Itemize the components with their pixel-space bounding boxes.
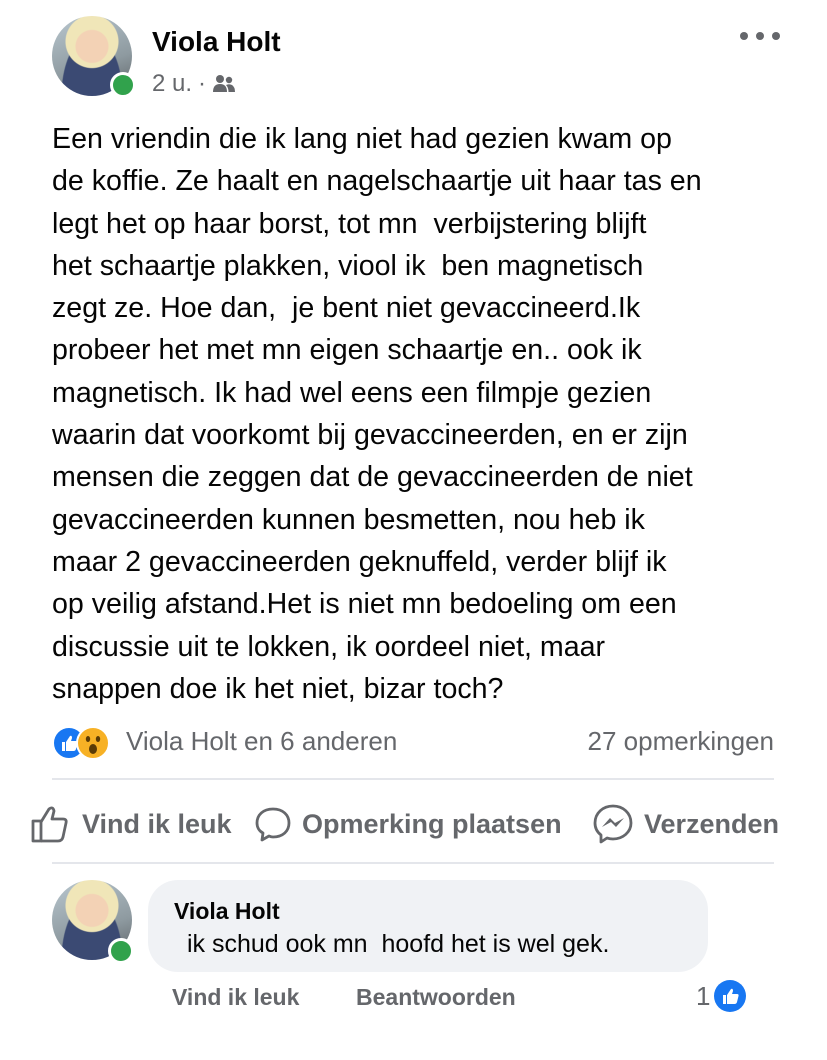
comment-bubble[interactable]: Viola Holt ik schud ook mn hoofd het is …: [148, 880, 708, 972]
post-timestamp[interactable]: 2 u.: [152, 70, 192, 98]
post-text-line: discussie uit te lokken, ik oordeel niet…: [52, 630, 606, 663]
post-text-line: de koffie. Ze haalt en nagelschaartje ui…: [52, 165, 702, 198]
commenter-avatar[interactable]: [52, 880, 134, 964]
comment-text: ik schud ook mn hoofd het is wel gek.: [180, 930, 610, 958]
post-stats: Viola Holt en 6 anderen 27 opmerkingen: [52, 720, 774, 760]
thumbs-up-icon: [30, 804, 72, 844]
online-status-indicator: [108, 938, 134, 964]
comment-button-label: Opmerking plaatsen: [302, 808, 562, 839]
divider: [52, 862, 774, 864]
post-text-line: maar 2 gevaccineerden geknuffeld, verder…: [52, 545, 667, 578]
post-text-line: legt het op haar borst, tot mn verbijste…: [52, 207, 647, 240]
post-text-line: het schaartje plakken, viool ik ben magn…: [52, 249, 644, 282]
messenger-icon: [592, 803, 634, 845]
comment-like-count[interactable]: 1: [696, 980, 747, 1012]
online-status-indicator: [110, 72, 136, 98]
post-text-line: waarin dat voorkomt bij gevaccineerden, …: [52, 419, 688, 452]
comment-like-button[interactable]: Vind ik leuk: [172, 984, 299, 1011]
meta-separator: ·: [198, 70, 207, 97]
comments-count[interactable]: 27 opmerkingen: [588, 726, 774, 757]
wow-reaction-icon: [76, 726, 110, 760]
comment-icon: [254, 805, 292, 843]
friends-icon[interactable]: [212, 74, 236, 94]
comment-like-count-value: 1: [696, 980, 711, 1011]
like-reaction-icon: [714, 980, 747, 1012]
more-horizontal-icon[interactable]: [740, 26, 780, 46]
post-author-name[interactable]: Viola Holt: [152, 26, 281, 58]
comment-author-name[interactable]: Viola Holt: [174, 898, 280, 925]
post-text-line: magnetisch. Ik had wel eens een filmpje …: [52, 376, 652, 409]
like-button-label: Vind ik leuk: [82, 808, 232, 839]
reaction-icons[interactable]: [52, 724, 122, 760]
post-meta: 2 u. ·: [152, 70, 236, 98]
post-header: Viola Holt 2 u. ·: [0, 0, 827, 110]
post-text-line: gevaccineerden kunnen besmetten, nou heb…: [52, 503, 645, 536]
post-text-line: zegt ze. Hoe dan, je bent niet gevaccine…: [52, 292, 641, 325]
post-text-line: Een vriendin die ik lang niet had gezien…: [52, 123, 672, 155]
send-button[interactable]: Verzenden: [592, 796, 779, 852]
comment-button[interactable]: Opmerking plaatsen: [254, 796, 562, 852]
like-button[interactable]: Vind ik leuk: [30, 796, 232, 852]
send-button-label: Verzenden: [644, 808, 780, 839]
post-text-line: op veilig afstand.Het is niet mn bedoeli…: [52, 588, 677, 621]
post-text-line: snappen doe ik het niet, bizar toch?: [52, 672, 504, 705]
reactors-text[interactable]: Viola Holt en 6 anderen: [126, 726, 397, 757]
post-text-line: probeer het met mn eigen schaartje en.. …: [52, 334, 642, 367]
comment-reply-button[interactable]: Beantwoorden: [356, 984, 516, 1011]
post-action-bar: Vind ik leuk Opmerking plaatsen Verzende…: [30, 796, 810, 852]
author-avatar[interactable]: [52, 16, 136, 98]
post-text-line: mensen die zeggen dat de gevaccineerden …: [52, 461, 693, 494]
post-body: Een vriendin die ik lang niet had gezien…: [52, 118, 792, 710]
divider: [52, 778, 774, 780]
